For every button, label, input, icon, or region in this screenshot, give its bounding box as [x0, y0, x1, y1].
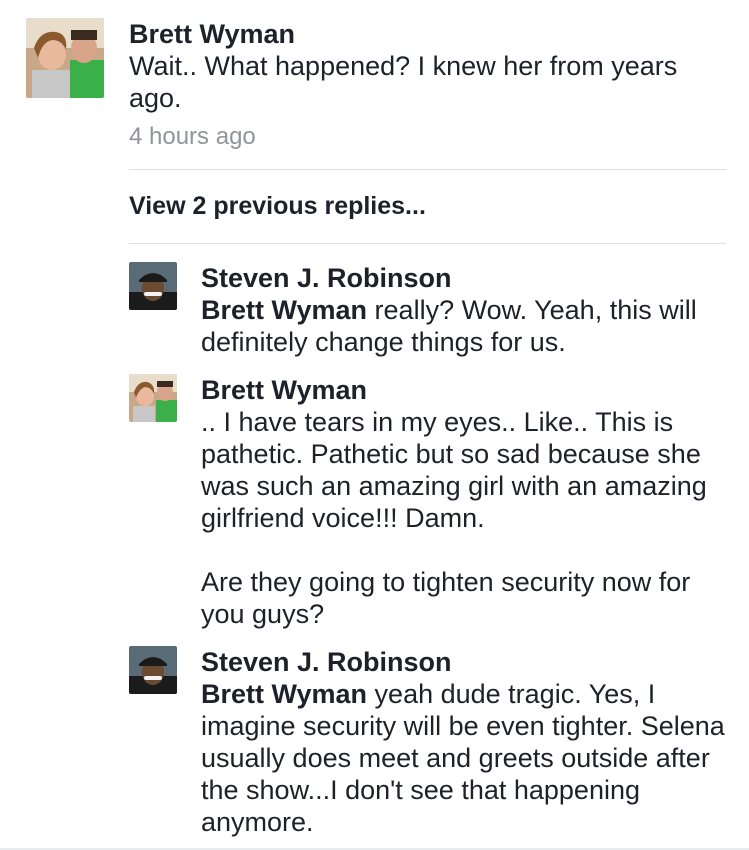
avatar-image — [129, 262, 177, 310]
avatar-image — [129, 374, 177, 422]
reply-author[interactable]: Steven J. Robinson — [201, 646, 729, 678]
view-previous-replies-link[interactable]: View 2 previous replies... — [129, 190, 426, 222]
reply-body: Brett Wyman .. I have tears in my eyes..… — [201, 374, 729, 630]
mention-link[interactable]: Brett Wyman — [201, 295, 367, 325]
avatar-image — [26, 18, 104, 98]
couple-photo-avatar[interactable] — [26, 18, 104, 98]
man-with-cap-avatar[interactable] — [129, 262, 177, 310]
divider — [129, 169, 726, 170]
comment-body: Brett Wyman Wait.. What happened? I knew… — [129, 18, 726, 152]
couple-photo-avatar[interactable] — [129, 374, 177, 422]
comment-author[interactable]: Brett Wyman — [129, 18, 726, 50]
divider — [129, 243, 726, 244]
avatar-image — [129, 646, 177, 694]
comment-timestamp[interactable]: 4 hours ago — [129, 122, 726, 152]
reply-author[interactable]: Steven J. Robinson — [201, 262, 729, 294]
reply-text: .. I have tears in my eyes.. Like.. This… — [201, 407, 707, 629]
reply-body: Steven J. Robinson Brett Wyman yeah dude… — [201, 646, 729, 838]
mention-link[interactable]: Brett Wyman — [201, 679, 367, 709]
reply-text: Brett Wyman yeah dude tragic. Yes, I ima… — [201, 678, 729, 838]
reply-author[interactable]: Brett Wyman — [201, 374, 729, 406]
reply-body: Steven J. Robinson Brett Wyman really? W… — [201, 262, 729, 358]
comment-text: Wait.. What happened? I knew her from ye… — [129, 51, 678, 113]
reply-text: Brett Wyman really? Wow. Yeah, this will… — [201, 294, 729, 358]
man-with-cap-avatar[interactable] — [129, 646, 177, 694]
